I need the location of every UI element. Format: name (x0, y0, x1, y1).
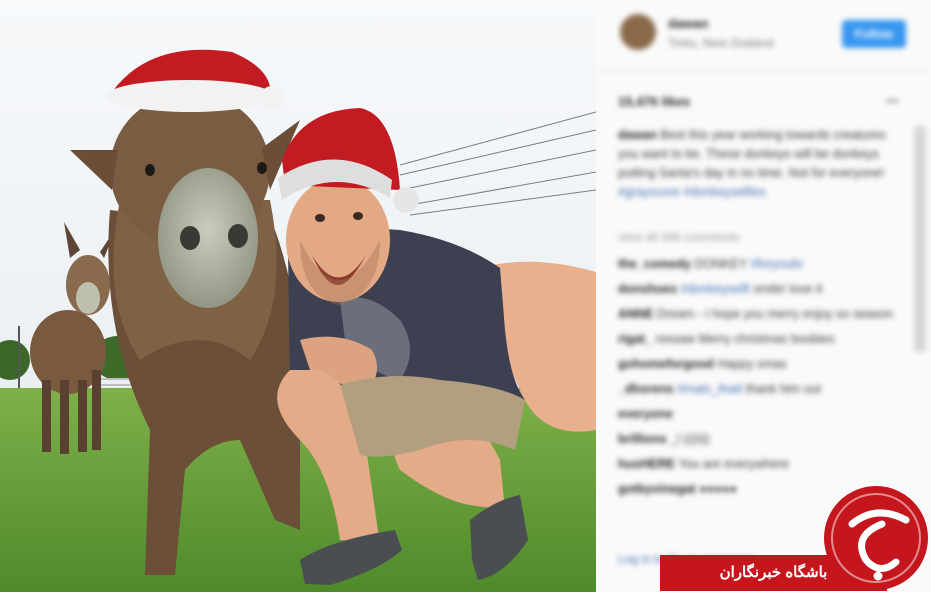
comment-text: smile! love it (753, 282, 823, 296)
list-item: _dhsrens #mats_thatt thank him out (618, 377, 893, 402)
comment-tag[interactable]: #donkeyselfi (681, 282, 751, 296)
list-item: the_comedy DONKEY #foryoubr (618, 252, 893, 277)
comment-user[interactable]: ANNE (618, 307, 653, 321)
post-photo[interactable] (0, 0, 596, 592)
caption-tags[interactable]: #grayscore #donkeyselfies (618, 185, 766, 199)
caption-text: Best this year working towards creatures… (618, 128, 886, 180)
comment-user[interactable]: gohomeforgood (618, 357, 714, 371)
comment-text: Happy xmas (717, 357, 787, 371)
comment-text: ●●●●● (699, 482, 738, 496)
comment-user[interactable]: husHERE (618, 457, 675, 471)
scrollbar[interactable] (914, 126, 926, 352)
list-item: brillions _l (((ii)) (618, 427, 893, 452)
comment-user[interactable]: rigat_ (618, 332, 652, 346)
watermark-logo-icon (824, 486, 928, 590)
comment-tag[interactable]: #mats_thatt (677, 382, 742, 396)
comment-text: Dream - I hope you merry enjoy so season… (656, 307, 893, 321)
list-item: husHERE You are everywhere (618, 452, 893, 477)
comment-text: ressaw Merry christmas boobies (655, 332, 835, 346)
comment-text: _l (((ii)) (670, 432, 710, 446)
comment-user[interactable]: donshoes (618, 282, 677, 296)
list-item: rigat_ ressaw Merry christmas boobies (618, 327, 893, 352)
comment-user[interactable]: gotbyvinegat (618, 482, 696, 496)
comment-tag[interactable]: #foryoubr (751, 257, 804, 271)
list-item: everyone (618, 402, 893, 427)
follow-button[interactable]: Follow (842, 20, 906, 48)
list-item: ANNE Dream - I hope you merry enjoy so s… (618, 302, 893, 327)
comment-user[interactable]: _dhsrens (618, 382, 674, 396)
comment-list: the_comedy DONKEY #foryoubr donshoes #do… (618, 252, 893, 502)
comment-user[interactable]: the_comedy (618, 257, 691, 271)
list-item: donshoes #donkeyselfi smile! love it (618, 277, 893, 302)
avatar[interactable] (620, 14, 656, 50)
caption-username[interactable]: dawan (618, 128, 657, 142)
username[interactable]: dawan (668, 16, 708, 31)
list-item: gohomeforgood Happy xmas (618, 352, 893, 377)
likes-count[interactable]: 15,476 likes (618, 94, 690, 109)
comment-user[interactable]: everyone (618, 407, 673, 421)
comment-text: thank him out (745, 382, 821, 396)
post-header: dawan Tinks, New Zealand Follow (596, 0, 931, 71)
caption: dawan Best this year working towards cre… (618, 126, 888, 202)
comment-text: You are everywhere (678, 457, 789, 471)
more-icon[interactable]: ••• (886, 94, 899, 108)
comment-text: DONKEY (694, 257, 748, 271)
location[interactable]: Tinks, New Zealand (668, 36, 774, 50)
comment-user[interactable]: brillions (618, 432, 667, 446)
view-all-comments[interactable]: view all 346 comments (618, 230, 739, 244)
